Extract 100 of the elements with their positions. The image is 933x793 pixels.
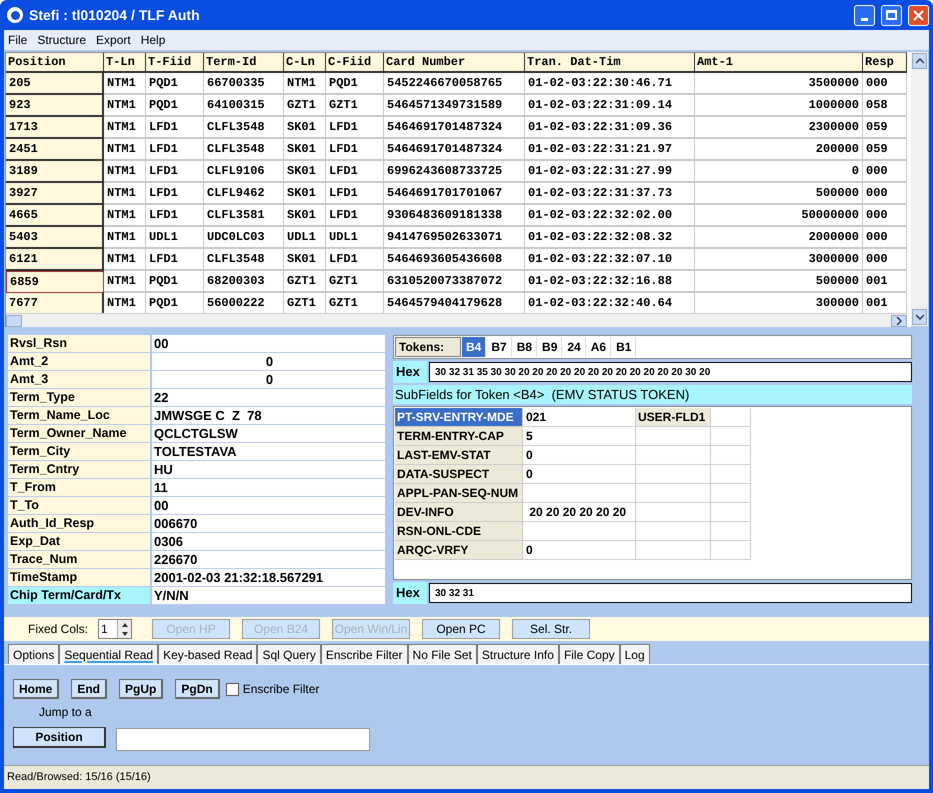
nav-button[interactable]: PgDn bbox=[175, 679, 220, 699]
tab[interactable]: Enscribe Filter bbox=[320, 644, 408, 664]
table-cell: LFD1 bbox=[146, 183, 204, 205]
tab[interactable]: Structure Info bbox=[476, 644, 559, 664]
table-cell: LFD1 bbox=[146, 117, 204, 139]
table-cell: LFD1 bbox=[146, 161, 204, 183]
tab[interactable]: Log bbox=[620, 644, 650, 664]
scroll-thumb[interactable] bbox=[6, 314, 22, 326]
table-cell: SK01 bbox=[284, 117, 326, 139]
position-cell: 2451 bbox=[6, 139, 104, 161]
subfield-name[interactable]: APPL-PAN-SEQ-NUM bbox=[395, 484, 523, 503]
table-cell: 01-02-03:22:30:46.71 bbox=[525, 73, 695, 95]
table-cell: NTM1 bbox=[104, 161, 146, 183]
tab[interactable]: Options bbox=[8, 644, 60, 664]
tab[interactable]: No File Set bbox=[408, 644, 477, 664]
table-cell: UDL1 bbox=[326, 227, 384, 249]
checkbox[interactable] bbox=[226, 682, 239, 696]
menu-item[interactable]: File bbox=[4, 31, 32, 49]
minimize-button[interactable] bbox=[854, 4, 875, 26]
table-cell bbox=[711, 484, 751, 503]
column-header[interactable]: C-Ln bbox=[284, 53, 326, 73]
nav-button[interactable]: PgUp bbox=[119, 679, 164, 699]
field-value: 0306 bbox=[152, 533, 385, 551]
fixed-cols-label: Fixed Cols: bbox=[28, 621, 88, 638]
table-cell: PQD1 bbox=[146, 73, 204, 95]
table-cell: CLFL3581 bbox=[204, 205, 284, 227]
token-tab[interactable]: B4 bbox=[462, 337, 486, 357]
subfield-value: 0 bbox=[523, 465, 636, 484]
table-cell: 3500000 bbox=[695, 73, 863, 95]
fixed-cols-spinner[interactable]: 1 bbox=[98, 619, 132, 639]
hex-label: Hex bbox=[393, 582, 427, 604]
down-arrow-icon bbox=[122, 632, 128, 636]
toolbar-button[interactable]: Sel. Str. bbox=[512, 619, 590, 639]
table-cell: GZT1 bbox=[326, 95, 384, 117]
field-value: 00 bbox=[152, 335, 385, 353]
nav-button[interactable]: End bbox=[71, 679, 108, 699]
position-button[interactable]: Position bbox=[13, 727, 106, 748]
field-label: Auth_Id_Resp bbox=[8, 515, 150, 533]
subfield-value: 5 bbox=[523, 427, 636, 446]
table-cell: NTM1 bbox=[104, 205, 146, 227]
field-label: T_To bbox=[8, 497, 150, 515]
hex-field[interactable]: 30 32 31 bbox=[429, 583, 912, 603]
toolbar-button[interactable]: Open PC bbox=[422, 619, 500, 639]
window-title: Stefi : tl010204 / TLF Auth bbox=[29, 6, 201, 24]
column-header[interactable]: Card Number bbox=[384, 53, 525, 73]
subfield-name[interactable]: TERM-ENTRY-CAP bbox=[395, 427, 523, 446]
table-cell: LFD1 bbox=[146, 205, 204, 227]
table-cell: CLFL3548 bbox=[204, 139, 284, 161]
tab[interactable]: Key-based Read bbox=[158, 644, 258, 664]
table-cell: 01-02-03:22:31:21.97 bbox=[525, 139, 695, 161]
position-cell: 7677 bbox=[6, 293, 104, 313]
column-header[interactable]: Resp bbox=[863, 53, 907, 73]
maximize-button[interactable] bbox=[881, 4, 902, 26]
menu-item[interactable]: Export bbox=[92, 31, 135, 49]
table-cell: 5464693605436608 bbox=[384, 249, 525, 271]
subfields-title: SubFields for Token <B4> (EMV STATUS TOKEN) bbox=[393, 385, 912, 404]
subfield-name[interactable]: ARQC-VRFY bbox=[395, 541, 523, 560]
table-cell: PQD1 bbox=[326, 73, 384, 95]
column-header[interactable]: T-Ln bbox=[104, 53, 146, 73]
table-cell bbox=[711, 503, 751, 522]
column-header[interactable]: Tran. Dat-Tim bbox=[525, 53, 695, 73]
menu-item[interactable]: Help bbox=[136, 31, 170, 49]
subfield-name[interactable]: DATA-SUSPECT bbox=[395, 465, 523, 484]
subfield-name[interactable]: PT-SRV-ENTRY-MDE bbox=[395, 408, 523, 427]
column-header[interactable]: Amt-1 bbox=[695, 53, 863, 73]
tab[interactable]: File Copy bbox=[558, 644, 620, 664]
column-header[interactable]: C-Fiid bbox=[326, 53, 384, 73]
field-label: Term_Owner_Name bbox=[8, 425, 150, 443]
subfield-value: 0 bbox=[523, 446, 636, 465]
table-cell: 01-02-03:22:31:09.36 bbox=[525, 117, 695, 139]
table-cell: 5452246670058765 bbox=[384, 73, 525, 95]
tab[interactable]: Sequential Read bbox=[59, 644, 158, 664]
table-cell bbox=[711, 427, 751, 446]
jump-label: Jump to a bbox=[39, 704, 93, 721]
table-cell bbox=[711, 408, 751, 427]
subfield-name[interactable]: RSN-ONL-CDE bbox=[395, 522, 523, 541]
subfield-name[interactable]: LAST-EMV-STAT bbox=[395, 446, 523, 465]
column-header[interactable]: Term-Id bbox=[204, 53, 284, 73]
table-cell: LFD1 bbox=[326, 249, 384, 271]
position-input[interactable] bbox=[116, 728, 370, 751]
close-button[interactable] bbox=[908, 4, 929, 26]
table-cell: NTM1 bbox=[104, 271, 146, 293]
field-label: Amt_3 bbox=[8, 371, 150, 389]
table-cell: 1000000 bbox=[695, 95, 863, 117]
field-label: Term_Cntry bbox=[8, 461, 150, 479]
position-cell: 1713 bbox=[6, 117, 104, 139]
hex-field[interactable]: 30 32 31 35 30 30 20 20 20 20 20 20 20 20 20 20 20 20 30 20 bbox=[429, 362, 912, 382]
column-header[interactable]: T-Fiid bbox=[146, 53, 204, 73]
column-header[interactable]: Position bbox=[6, 53, 104, 73]
field-label: Trace_Num bbox=[8, 551, 150, 569]
field-value: JMWSGE C Z 78 bbox=[152, 407, 385, 425]
tab[interactable]: Sql Query bbox=[257, 644, 321, 664]
horizontal-scrollbar[interactable] bbox=[6, 313, 907, 327]
nav-button[interactable]: Home bbox=[13, 679, 60, 699]
subfield-name[interactable]: DEV-INFO bbox=[395, 503, 523, 522]
table-cell: LFD1 bbox=[326, 183, 384, 205]
menu-item[interactable]: Structure bbox=[33, 31, 90, 49]
vertical-scrollbar[interactable] bbox=[911, 52, 928, 326]
position-cell: 3927 bbox=[6, 183, 104, 205]
field-value: 00 bbox=[152, 497, 385, 515]
